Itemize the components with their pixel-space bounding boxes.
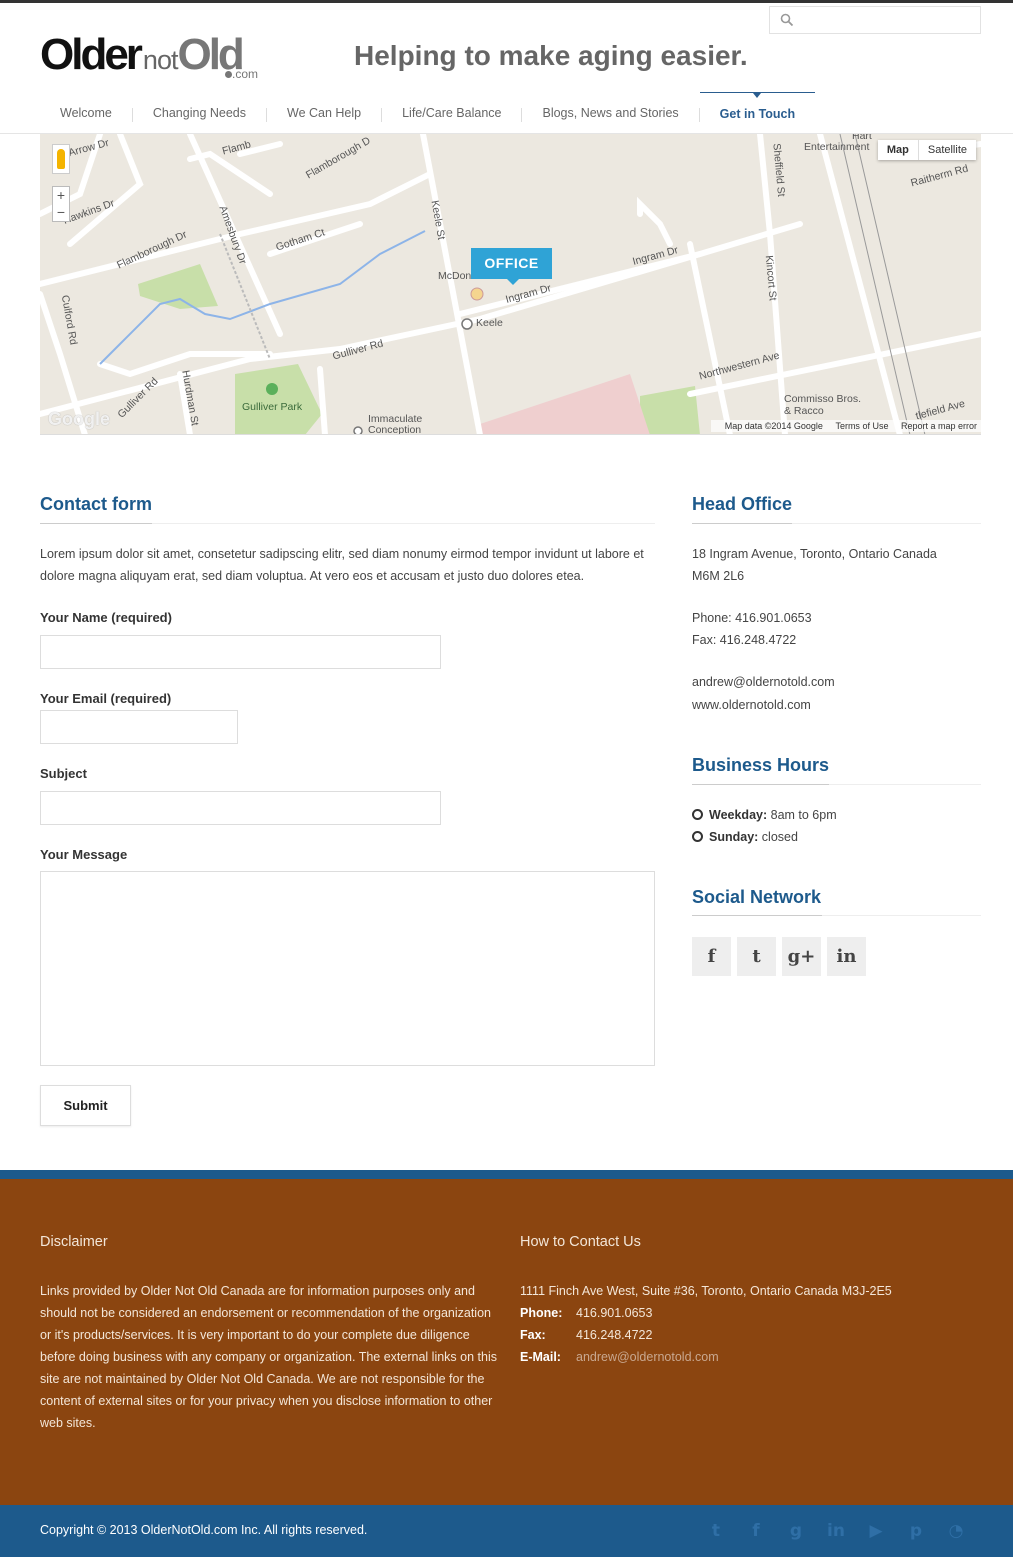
contact-phone-label: Phone: <box>520 1306 563 1320</box>
street-view-pegman[interactable] <box>52 144 70 174</box>
contact-address: 1111 Finch Ave West, Suite #36, Toronto,… <box>520 1284 892 1298</box>
message-label: Your Message <box>40 847 128 862</box>
top-border <box>0 0 1013 3</box>
map-label: Commisso Bros. & Racco <box>784 393 862 417</box>
copyright-text: Copyright © 2013 OlderNotOld.com Inc. Al… <box>40 1523 368 1537</box>
disclaimer-title: Disclaimer <box>40 1234 108 1250</box>
sunday-value: closed <box>758 830 798 844</box>
nav-item-we-can-help[interactable]: We Can Help <box>267 92 381 134</box>
business-hours-rule <box>692 784 981 785</box>
contact-email-link[interactable]: andrew@oldernotold.com <box>576 1350 719 1364</box>
subject-field[interactable] <box>40 791 441 825</box>
facebook-icon[interactable]: f <box>743 1519 769 1543</box>
google-map[interactable]: Arrow Dr Flamb Flamborough D Hawkins Dr … <box>40 134 981 435</box>
weekday-hours: Weekday: 8am to 6pm <box>692 804 837 826</box>
pegman-icon <box>57 149 65 169</box>
search-icon[interactable] <box>780 13 794 27</box>
footer-accent-line <box>0 1170 1013 1179</box>
google-logo[interactable]: Google <box>48 409 110 430</box>
map-type-satellite-button[interactable]: Satellite <box>919 140 976 160</box>
subject-label: Subject <box>40 766 87 781</box>
map-type-control: Map Satellite <box>877 140 976 160</box>
contact-phone-value: 416.901.0653 <box>576 1306 653 1320</box>
submit-button[interactable]: Submit <box>40 1085 131 1126</box>
nav-item-life-care-balance[interactable]: Life/Care Balance <box>382 92 521 134</box>
contact-us-details: 1111 Finch Ave West, Suite #36, Toronto,… <box>520 1280 980 1368</box>
contact-email-label: E-Mail: <box>520 1350 561 1364</box>
office-email-link[interactable]: andrew@oldernotold.com <box>692 671 835 693</box>
map-label: Gulliver Park <box>242 401 303 413</box>
office-phone: Phone: 416.901.0653 <box>692 611 812 625</box>
contact-fax-label: Fax: <box>520 1328 546 1342</box>
clock-icon <box>692 809 703 820</box>
nav-item-blogs-news[interactable]: Blogs, News and Stories <box>522 92 698 134</box>
social-network-title: Social Network <box>692 887 822 907</box>
contact-form-intro: Lorem ipsum dolor sit amet, consetetur s… <box>40 547 644 583</box>
logo-older: Older <box>40 30 143 79</box>
name-label: Your Name (required) <box>40 610 172 625</box>
disclaimer-text: Links provided by Older Not Old Canada a… <box>40 1284 497 1430</box>
google-plus-icon[interactable]: g <box>783 1519 809 1543</box>
office-address-line2: M6M 2L6 <box>692 569 745 583</box>
contact-form-rule <box>40 523 655 524</box>
search-input[interactable] <box>800 9 976 31</box>
map-attribution: Map data ©2014 Google Terms of Use Repor… <box>710 420 981 432</box>
weekday-value: 8am to 6pm <box>767 808 837 822</box>
terms-of-use-link[interactable]: Terms of Use <box>835 421 888 431</box>
zoom-in-button[interactable]: + <box>53 187 69 204</box>
weekday-label: Weekday: <box>709 808 768 822</box>
search-box[interactable] <box>769 6 981 34</box>
head-office-title: Head Office <box>692 494 793 514</box>
email-label: Your Email (required) <box>40 691 172 706</box>
logo-com: .com <box>232 67 259 81</box>
social-buttons: f t g+ in <box>692 937 866 976</box>
nav-item-changing-needs[interactable]: Changing Needs <box>133 92 266 134</box>
map-type-map-button[interactable]: Map <box>878 140 919 160</box>
youtube-icon[interactable]: ▶ <box>863 1519 889 1543</box>
office-fax: Fax: 416.248.4722 <box>692 633 797 647</box>
map-data-text: Map data ©2014 Google <box>724 421 823 431</box>
email-field[interactable] <box>40 710 238 744</box>
twitter-icon[interactable]: t <box>737 937 776 976</box>
office-website-link[interactable]: www.oldernotold.com <box>692 694 811 716</box>
report-map-error-link[interactable]: Report a map error <box>901 421 977 431</box>
facebook-icon[interactable]: f <box>692 937 731 976</box>
main-navigation: Welcome Changing Needs We Can Help Life/… <box>40 92 816 134</box>
linkedin-icon[interactable]: in <box>827 937 866 976</box>
map-label: Entertainment <box>804 141 870 153</box>
name-field[interactable] <box>40 635 441 669</box>
sunday-label: Sunday: <box>709 830 759 844</box>
business-hours-title: Business Hours <box>692 755 830 775</box>
map-label: Hart <box>852 134 872 142</box>
office-address-line1: 18 Ingram Avenue, Toronto, Ontario Canad… <box>692 547 937 561</box>
contact-form-title: Contact form <box>40 494 152 514</box>
head-office-rule <box>692 523 981 524</box>
copyright-bar: Copyright © 2013 OlderNotOld.com Inc. Al… <box>0 1505 1013 1557</box>
contact-us-title: How to Contact Us <box>520 1234 641 1250</box>
map-label: Immaculate Conception <box>368 413 423 435</box>
sunday-hours: Sunday: closed <box>692 826 798 848</box>
twitter-icon[interactable]: t <box>703 1519 729 1543</box>
logo-not: not <box>142 45 179 75</box>
zoom-out-button[interactable]: − <box>53 204 69 221</box>
footer-social-icons: t f g in ▶ p ◔ <box>703 1519 969 1543</box>
contact-fax-value: 416.248.4722 <box>576 1328 653 1342</box>
linkedin-icon[interactable]: in <box>823 1519 849 1543</box>
map-label: Keele <box>476 317 503 329</box>
footer: Disclaimer Links provided by Older Not O… <box>0 1179 1013 1505</box>
google-plus-icon[interactable]: g+ <box>782 937 821 976</box>
nav-item-welcome[interactable]: Welcome <box>40 92 132 134</box>
logo-dot <box>225 71 232 78</box>
site-tagline: Helping to make aging easier. <box>354 40 748 71</box>
clock-icon <box>692 831 703 842</box>
map-zoom-control: + − <box>52 186 70 222</box>
office-marker[interactable]: OFFICE <box>471 248 552 285</box>
site-logo[interactable]: Older notOld .com <box>40 30 258 82</box>
message-field[interactable] <box>40 871 655 1066</box>
nav-item-get-in-touch[interactable]: Get in Touch <box>699 92 816 134</box>
pinterest-icon[interactable]: p <box>903 1519 929 1543</box>
rss-icon[interactable]: ◔ <box>943 1519 969 1543</box>
social-network-rule <box>692 915 981 916</box>
